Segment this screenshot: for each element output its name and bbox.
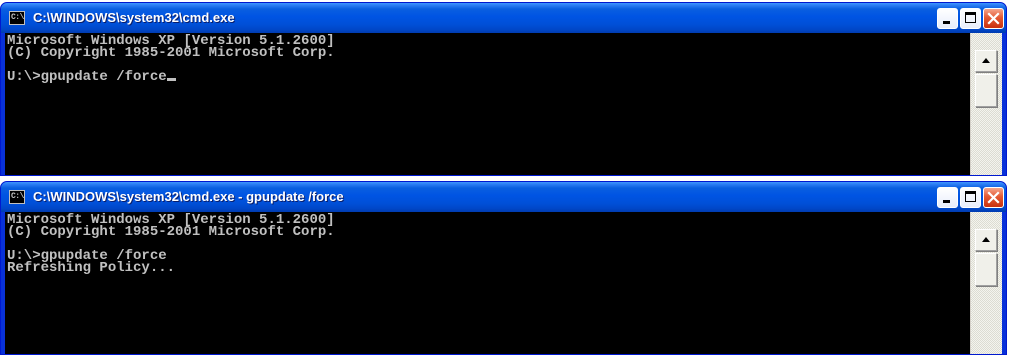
minimize-button[interactable] xyxy=(937,8,958,29)
title-bar[interactable]: C:\ C:\WINDOWS\system32\cmd.exe - gpupda… xyxy=(1,182,1006,212)
window-title: C:\WINDOWS\system32\cmd.exe - gpupdate /… xyxy=(33,189,344,204)
console-prompt-line: U:\>gpupdate /force xyxy=(7,69,968,85)
console-output[interactable]: Microsoft Windows XP [Version 5.1.2600] … xyxy=(5,33,970,175)
up-arrow-icon xyxy=(982,237,990,242)
title-bar[interactable]: C:\ C:\WINDOWS\system32\cmd.exe xyxy=(1,3,1006,33)
close-button[interactable] xyxy=(983,8,1004,29)
up-arrow-icon xyxy=(982,58,990,63)
text-cursor xyxy=(166,78,176,81)
vertical-scrollbar[interactable] xyxy=(970,33,1002,175)
minimize-icon xyxy=(943,200,950,203)
window-title: C:\WINDOWS\system32\cmd.exe xyxy=(33,10,235,25)
maximize-button[interactable] xyxy=(960,8,981,29)
close-icon xyxy=(987,12,1000,25)
cmd-window-2: C:\ C:\WINDOWS\system32\cmd.exe - gpupda… xyxy=(0,181,1007,355)
cmd-icon[interactable]: C:\ xyxy=(9,11,25,25)
window-border-right xyxy=(1002,212,1006,354)
console-line: (C) Copyright 1985-2001 Microsoft Corp. xyxy=(7,224,335,240)
close-button[interactable] xyxy=(983,187,1004,208)
scroll-up-button[interactable] xyxy=(975,50,997,72)
scroll-thumb[interactable] xyxy=(975,74,997,107)
cmd-icon[interactable]: C:\ xyxy=(9,190,25,204)
scroll-up-button[interactable] xyxy=(975,229,997,251)
console-line: Refreshing Policy... xyxy=(7,260,176,276)
close-icon xyxy=(987,191,1000,204)
maximize-icon xyxy=(965,191,976,202)
scroll-thumb[interactable] xyxy=(975,253,997,286)
console-line: (C) Copyright 1985-2001 Microsoft Corp. xyxy=(7,45,335,61)
maximize-icon xyxy=(965,12,976,23)
window-border-right xyxy=(1002,33,1006,175)
cmd-window-1: C:\ C:\WINDOWS\system32\cmd.exe Microsof… xyxy=(0,2,1007,176)
minimize-icon xyxy=(943,21,950,24)
vertical-scrollbar[interactable] xyxy=(970,212,1002,354)
minimize-button[interactable] xyxy=(937,187,958,208)
console-output[interactable]: Microsoft Windows XP [Version 5.1.2600] … xyxy=(5,212,970,354)
maximize-button[interactable] xyxy=(960,187,981,208)
console-command: U:\>gpupdate /force xyxy=(7,69,167,85)
